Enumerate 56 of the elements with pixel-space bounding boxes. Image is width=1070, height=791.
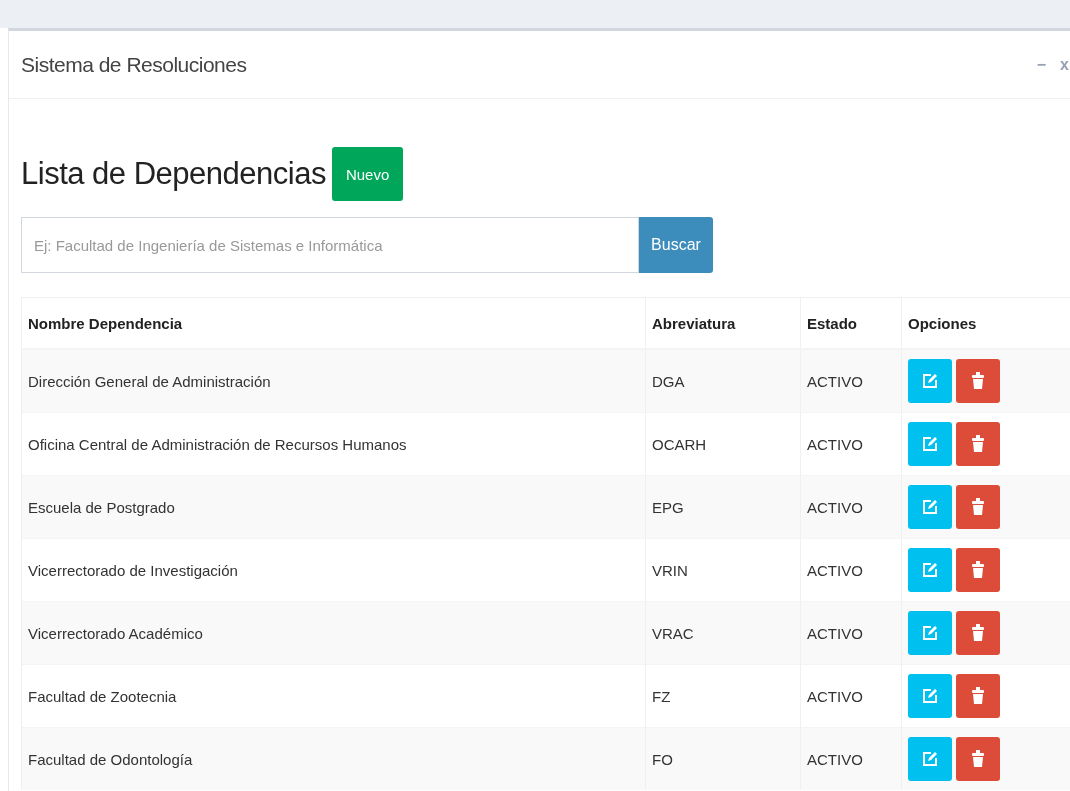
delete-button[interactable] bbox=[956, 359, 1000, 403]
table-cell: Escuela de Postgrado bbox=[21, 475, 646, 539]
trash-icon bbox=[972, 372, 984, 390]
table-cell: Dirección General de Administración bbox=[21, 349, 646, 413]
edit-icon bbox=[922, 436, 938, 452]
table-cell: EPG bbox=[645, 475, 801, 539]
trash-icon bbox=[972, 498, 984, 516]
table-cell: ACTIVO bbox=[800, 475, 902, 539]
table-cell: ACTIVO bbox=[800, 601, 902, 665]
trash-icon bbox=[972, 435, 984, 453]
table-cell: DGA bbox=[645, 349, 801, 413]
new-button[interactable]: Nuevo bbox=[331, 147, 404, 201]
delete-button[interactable] bbox=[956, 485, 1000, 529]
trash-icon bbox=[972, 750, 984, 768]
edit-button[interactable] bbox=[908, 422, 952, 466]
delete-button[interactable] bbox=[956, 737, 1000, 781]
table-cell: ACTIVO bbox=[800, 349, 902, 413]
delete-button[interactable] bbox=[956, 422, 1000, 466]
table-cell: ACTIVO bbox=[800, 412, 902, 476]
edit-button[interactable] bbox=[908, 611, 952, 655]
edit-button[interactable] bbox=[908, 737, 952, 781]
delete-button[interactable] bbox=[956, 548, 1000, 592]
edit-button[interactable] bbox=[908, 674, 952, 718]
table-cell: Vicerrectorado Académico bbox=[21, 601, 646, 665]
table-cell: FZ bbox=[645, 664, 801, 728]
edit-button[interactable] bbox=[908, 359, 952, 403]
page-heading: Lista de Dependencias bbox=[21, 156, 326, 192]
table-cell: VRIN bbox=[645, 538, 801, 602]
trash-icon bbox=[972, 561, 984, 579]
table-cell: Facultad de Odontología bbox=[21, 727, 646, 790]
table-cell: Oficina Central de Administración de Recursos Humanos bbox=[21, 412, 646, 476]
close-button[interactable]: x bbox=[1060, 55, 1069, 74]
table-cell: VRAC bbox=[645, 601, 801, 665]
table-cell: ACTIVO bbox=[800, 664, 902, 728]
edit-button[interactable] bbox=[908, 548, 952, 592]
search-button[interactable]: Buscar bbox=[639, 217, 713, 273]
edit-button[interactable] bbox=[908, 485, 952, 529]
delete-button[interactable] bbox=[956, 611, 1000, 655]
minimize-button[interactable]: − bbox=[1036, 55, 1047, 74]
table-cell: FO bbox=[645, 727, 801, 790]
edit-icon bbox=[922, 562, 938, 578]
table-cell: Vicerrectorado de Investigación bbox=[21, 538, 646, 602]
table-cell: OCARH bbox=[645, 412, 801, 476]
search-field[interactable]: Ej: Facultad de Ingeniería de Sistemas e Informática bbox=[21, 217, 639, 273]
table-cell: ACTIVO bbox=[800, 538, 902, 602]
edit-icon bbox=[922, 499, 938, 515]
table-cell: ACTIVO bbox=[800, 727, 902, 790]
window-title: Sistema de Resoluciones bbox=[21, 52, 248, 77]
table-cell: Facultad de Zootecnia bbox=[21, 664, 646, 728]
edit-icon bbox=[922, 688, 938, 704]
delete-button[interactable] bbox=[956, 674, 1000, 718]
edit-icon bbox=[922, 373, 938, 389]
trash-icon bbox=[972, 624, 984, 642]
edit-icon bbox=[922, 751, 938, 767]
edit-icon bbox=[922, 625, 938, 641]
trash-icon bbox=[972, 687, 984, 705]
